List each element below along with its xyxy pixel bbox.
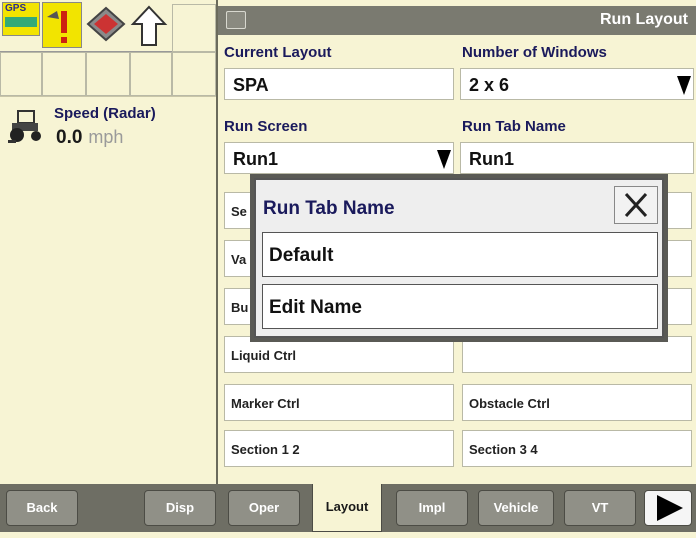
popup-item-label: Default	[269, 245, 334, 266]
grid-cell	[172, 4, 216, 52]
disp-button[interactable]: Disp	[144, 490, 216, 526]
warning-icon[interactable]	[42, 2, 82, 48]
grid-cell	[0, 52, 42, 96]
chevron-down-icon	[437, 150, 451, 169]
speed-label: Speed (Radar)	[54, 105, 156, 122]
run-tab-name-popup: Run Tab Name Default Edit Name	[254, 178, 664, 338]
run-screen-label: Run Screen	[224, 118, 308, 135]
vehicle-button[interactable]: Vehicle	[478, 490, 554, 526]
play-arrow-icon	[657, 495, 683, 521]
close-button[interactable]	[614, 186, 658, 224]
window-button-label: Se	[231, 204, 247, 219]
book-icon[interactable]	[86, 4, 126, 44]
window-button-label: Marker Ctrl	[231, 396, 300, 411]
title-bar: Run Layout	[218, 6, 696, 35]
window-button-label: Liquid Ctrl	[231, 348, 296, 363]
next-button[interactable]	[644, 490, 692, 526]
current-layout-field[interactable]: SPA	[224, 68, 454, 100]
toolbar-label: Disp	[165, 500, 195, 515]
close-icon	[624, 192, 648, 218]
window-button-label: Section 1 2	[231, 442, 300, 457]
gps-text: GPS	[5, 3, 27, 14]
number-windows-label: Number of Windows	[462, 44, 607, 61]
oper-button[interactable]: Oper	[228, 490, 300, 526]
bottom-toolbar: Back Disp Oper Layout Impl Vehicle VT	[0, 484, 696, 532]
current-layout-value: SPA	[233, 75, 269, 95]
speed-readout[interactable]: Speed (Radar) 0.0 mph	[0, 96, 216, 156]
run-screen-value: Run1	[233, 149, 278, 169]
toolbar-label: Back	[26, 500, 58, 515]
speed-value: 0.0	[56, 127, 83, 148]
toolbar-label: Oper	[248, 500, 280, 515]
up-arrow-icon[interactable]	[130, 4, 168, 48]
window-button-label: Bu	[231, 300, 249, 315]
toolbar-label: Vehicle	[493, 500, 539, 515]
section-12-button[interactable]: Section 1 2	[224, 430, 454, 467]
marker-ctrl-button[interactable]: Marker Ctrl	[224, 384, 454, 421]
grid-cell	[42, 52, 86, 96]
obstacle-ctrl-button[interactable]: Obstacle Ctrl	[462, 384, 692, 421]
back-button[interactable]: Back	[6, 490, 78, 526]
grid-cell	[130, 52, 172, 96]
grid-cell	[86, 52, 130, 96]
window-button-label: Obstacle Ctrl	[469, 396, 550, 411]
tractor-icon	[6, 109, 46, 145]
speed-value-wrap: 0.0 mph	[56, 127, 123, 149]
popup-item-label: Edit Name	[269, 297, 362, 318]
chevron-down-icon	[677, 76, 691, 95]
toolbar-label: Impl	[418, 500, 446, 515]
toolbar-label: Layout	[325, 499, 369, 514]
page-title: Run Layout	[600, 11, 688, 28]
gps-icon[interactable]: GPS	[2, 2, 40, 36]
window-button-label: Va	[231, 252, 247, 267]
run-tab-name-label: Run Tab Name	[462, 118, 566, 135]
toolbar-label: VT	[591, 500, 609, 515]
icon-strip: GPS	[0, 0, 216, 96]
popup-title: Run Tab Name	[263, 198, 395, 219]
window-button-label: Section 3 4	[469, 442, 538, 457]
number-windows-value: 2 x 6	[469, 75, 510, 95]
current-layout-label: Current Layout	[224, 44, 332, 61]
impl-button[interactable]: Impl	[396, 490, 468, 526]
vt-button[interactable]: VT	[564, 490, 636, 526]
run-screen-dropdown[interactable]: Run1	[224, 142, 454, 174]
tab-layout[interactable]: Layout	[312, 484, 382, 532]
number-windows-dropdown[interactable]: 2 x 6	[460, 68, 694, 100]
run-tab-name-field[interactable]: Run1	[460, 142, 694, 174]
speed-unit: mph	[88, 127, 124, 147]
run-tab-name-value: Run1	[469, 149, 514, 169]
popup-item-default[interactable]: Default	[262, 232, 658, 277]
grid-cell	[172, 52, 216, 96]
section-34-button[interactable]: Section 3 4	[462, 430, 692, 467]
layout-icon	[226, 11, 246, 29]
left-panel: GPS Speed (Radar) 0.0 mph	[0, 0, 216, 484]
popup-item-edit-name[interactable]: Edit Name	[262, 284, 658, 329]
